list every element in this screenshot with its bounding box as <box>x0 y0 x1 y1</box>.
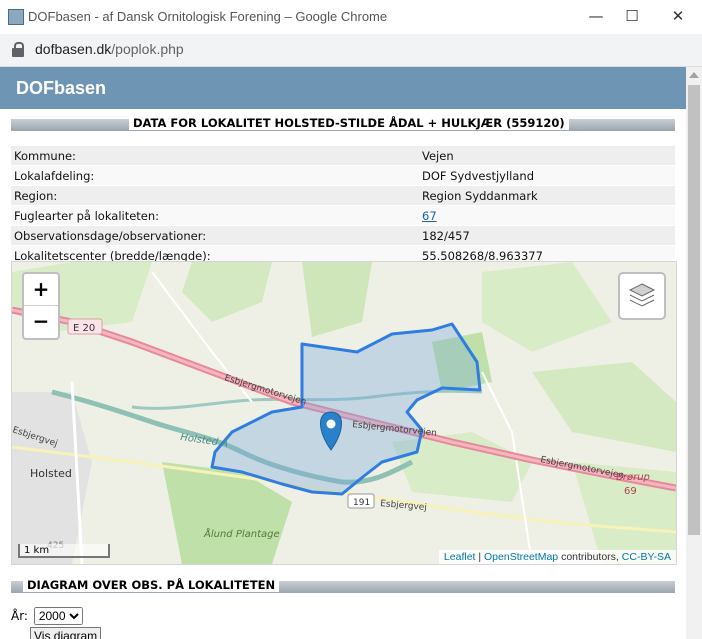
attrib-contributors: contributors, <box>558 551 622 563</box>
row-value: DOF Sydvestjylland <box>419 165 675 186</box>
map-attribution: Leaflet | OpenStreetMap contributors, CC… <box>438 550 676 564</box>
url-path: /poplok.php <box>111 41 184 57</box>
year-select[interactable]: 2000 <box>33 607 83 625</box>
scroll-up-arrow-icon[interactable] <box>689 72 699 78</box>
section-title-locality: DATA FOR LOKALITET HOLSTED-STILDE ÅDAL +… <box>129 116 569 130</box>
exit-label: 69 <box>624 486 637 497</box>
section-title-diagram: DIAGRAM OVER OBS. PÅ LOKALITETEN <box>23 578 280 592</box>
row-value: Region Syddanmark <box>419 185 675 206</box>
year-label: År: <box>11 609 28 623</box>
layers-icon <box>628 283 656 307</box>
locality-info-table: Kommune: Vejen Lokalafdeling: DOF Sydvestj… <box>11 146 675 266</box>
url-host: dofbasen.dk <box>35 41 112 57</box>
zoom-in-button[interactable]: + <box>24 274 58 306</box>
zoom-out-button[interactable]: − <box>24 306 58 337</box>
road-191-label: 191 <box>353 498 370 508</box>
row-value: 182/457 <box>419 225 675 246</box>
maximize-button[interactable]: ☐ <box>622 6 642 26</box>
show-diagram-button[interactable]: Vis diagram <box>30 627 102 639</box>
e20-label: E 20 <box>73 323 95 334</box>
year-row: År: 2000 <box>11 607 83 625</box>
zoom-control: + − <box>22 272 60 340</box>
row-label: Region: <box>11 185 419 206</box>
species-count-link[interactable]: 67 <box>422 209 437 223</box>
window-titlebar: DOFbasen - af Dansk Ornitologisk Forenin… <box>0 0 702 35</box>
map-tiles[interactable]: E 20 Esbjergmotorvejen Esbjergmotorvejen… <box>12 262 676 564</box>
leaflet-link[interactable]: Leaflet <box>444 551 476 563</box>
license-link[interactable]: CC-BY-SA <box>622 551 671 563</box>
map-scale: 1 km <box>18 544 110 558</box>
page-scrollbar[interactable] <box>686 67 702 639</box>
scrollbar-thumb[interactable] <box>688 85 700 535</box>
locality-map[interactable]: E 20 Esbjergmotorvejen Esbjergmotorvejen… <box>11 261 677 565</box>
close-button[interactable]: ✕ <box>668 6 688 26</box>
town-label: Holsted <box>30 467 72 480</box>
minimize-button[interactable]: — <box>586 6 606 26</box>
site-title: DOFbasen <box>16 78 107 98</box>
window-title: DOFbasen - af Dansk Ornitologisk Forenin… <box>28 9 388 24</box>
lock-icon[interactable] <box>12 42 24 57</box>
address-bar[interactable]: dofbasen.dk/poplok.php <box>0 34 702 67</box>
row-value-cell: 67 <box>419 205 675 226</box>
section-bar-diagram: DIAGRAM OVER OBS. PÅ LOKALITETEN <box>11 578 675 593</box>
layers-button[interactable] <box>618 272 666 320</box>
page-content: DOFbasen DATA FOR LOKALITET HOLSTED-STIL… <box>0 67 686 639</box>
section-bar-locality: DATA FOR LOKALITET HOLSTED-STILDE ÅDAL +… <box>11 116 675 131</box>
osm-link[interactable]: OpenStreetMap <box>484 551 558 563</box>
table-row: Region: Region Syddanmark <box>11 185 675 206</box>
row-label: Lokalafdeling: <box>11 165 419 186</box>
table-row: Fuglearter på lokaliteten: 67 <box>11 205 675 226</box>
url-text[interactable]: dofbasen.dk/poplok.php <box>35 41 184 57</box>
site-favicon-icon <box>8 9 24 25</box>
table-row: Observationsdage/observationer: 182/457 <box>11 225 675 246</box>
table-row: Lokalafdeling: DOF Sydvestjylland <box>11 165 675 186</box>
row-value: Vejen <box>419 146 675 166</box>
table-row: Kommune: Vejen <box>11 146 675 166</box>
attrib-separator: | <box>475 551 485 563</box>
town-label-brorup: Brørup <box>616 472 650 483</box>
row-label: Kommune: <box>11 146 419 166</box>
site-header: DOFbasen <box>0 67 686 109</box>
row-label: Fuglearter på lokaliteten: <box>11 205 419 226</box>
row-label: Observationsdage/observationer: <box>11 225 419 246</box>
forest-label: Ålund Plantage <box>203 527 280 540</box>
